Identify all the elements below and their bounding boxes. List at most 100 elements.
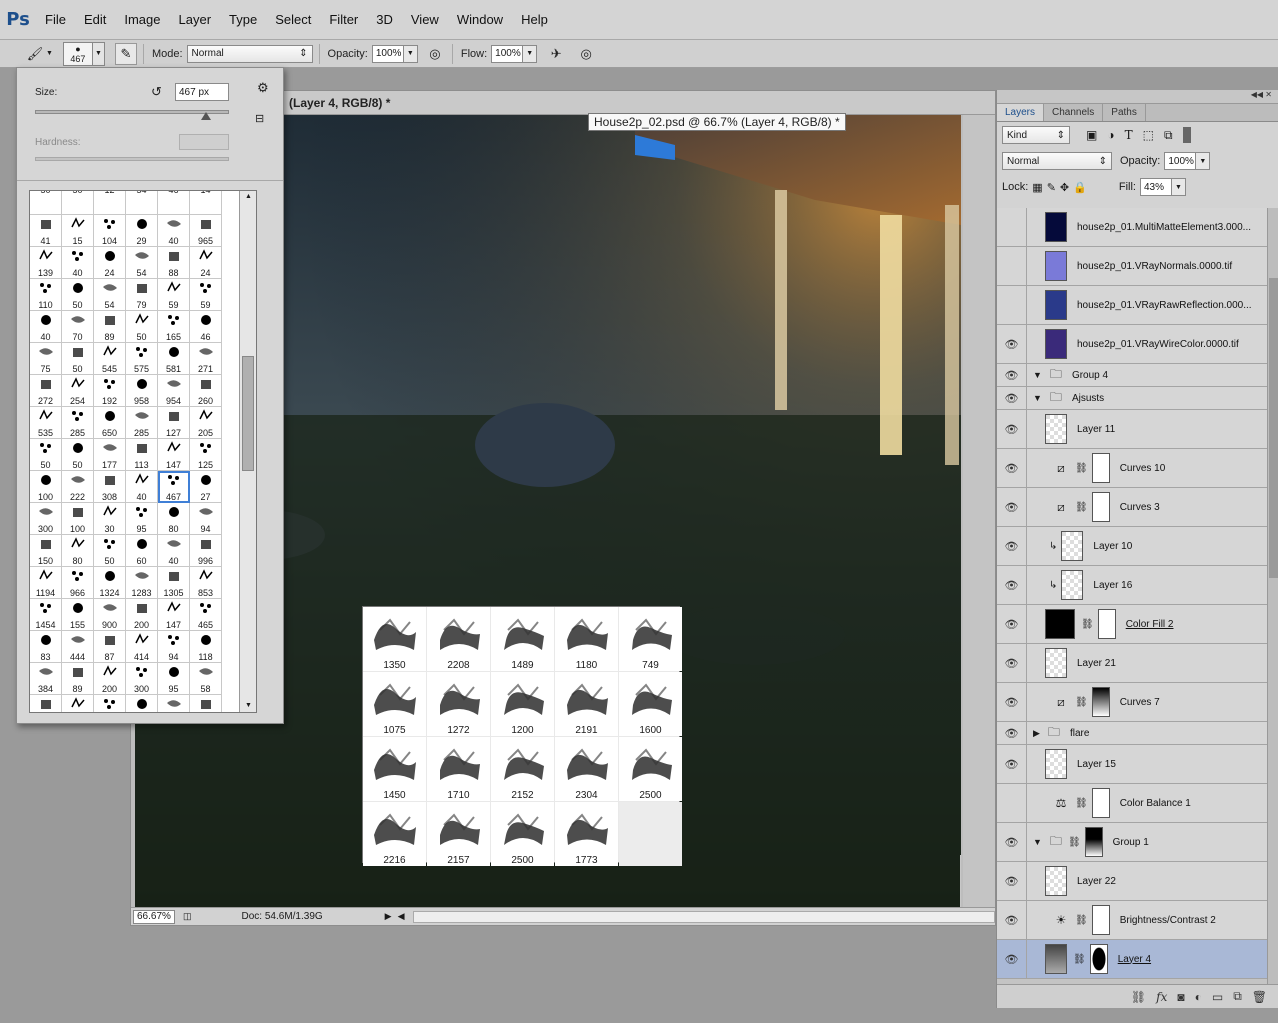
- sheet-brush[interactable]: 2304: [555, 737, 618, 801]
- chain-icon[interactable]: ⛓: [1068, 837, 1081, 848]
- expanded-arrow-icon[interactable]: ▼: [1033, 370, 1042, 380]
- chain-icon[interactable]: ⛓: [1075, 798, 1088, 809]
- eye-icon[interactable]: 👁: [997, 387, 1027, 409]
- picker-gear-icon[interactable]: ⚙: [257, 80, 269, 96]
- eye-icon[interactable]: 👁: [997, 644, 1027, 682]
- eye-icon[interactable]: 👁: [997, 410, 1027, 448]
- chain-icon[interactable]: ⛓: [1075, 502, 1088, 513]
- brush-tool-icon[interactable]: 🖌: [24, 43, 46, 65]
- brush-preset[interactable]: 387: [30, 695, 62, 712]
- layer-mask[interactable]: [1091, 905, 1110, 935]
- brush-preset[interactable]: 50: [126, 311, 158, 343]
- eye-icon[interactable]: 👁: [997, 449, 1027, 487]
- opacity-dropdown[interactable]: ▼: [403, 44, 418, 63]
- brush-preset[interactable]: 966: [62, 567, 94, 599]
- brush-preset[interactable]: 104: [94, 215, 126, 247]
- menu-view[interactable]: View: [402, 0, 448, 40]
- trash-icon[interactable]: 🗑: [1252, 990, 1267, 1004]
- menu-type[interactable]: Type: [220, 0, 266, 40]
- filter-adjustment-icon[interactable]: ◑: [1107, 128, 1114, 142]
- tab-paths[interactable]: Paths: [1103, 104, 1146, 121]
- brush-preset[interactable]: 80: [158, 503, 190, 535]
- chain-icon[interactable]: ⛓: [1073, 954, 1086, 965]
- brush-preset[interactable]: 958: [126, 375, 158, 407]
- layer-row[interactable]: 👁 ⛓ Layer 4: [997, 940, 1267, 979]
- filter-type-icon[interactable]: T: [1125, 128, 1133, 142]
- lock-transparent-icon[interactable]: ▦: [1032, 181, 1042, 194]
- eye-icon[interactable]: 👁: [997, 208, 1027, 246]
- flow-input[interactable]: 100%: [491, 44, 524, 63]
- brush-preset[interactable]: 535: [30, 407, 62, 439]
- brush-preset[interactable]: 70: [62, 311, 94, 343]
- eye-icon[interactable]: 👁: [997, 940, 1027, 978]
- brush-preset[interactable]: 125: [190, 439, 222, 471]
- sheet-brush[interactable]: 1075: [363, 672, 426, 736]
- layer-row[interactable]: 👁 ⧄ ⛓ Curves 3: [997, 488, 1267, 527]
- chain-icon[interactable]: ⛓: [1075, 463, 1088, 474]
- brush-preset[interactable]: 50: [62, 191, 94, 215]
- layer-row[interactable]: 👁 house2p_01.VRayRawReflection.000...: [997, 286, 1267, 325]
- brush-picker-toggle[interactable]: ▼: [92, 41, 105, 66]
- brush-preset[interactable]: 50: [30, 191, 62, 215]
- brush-preset[interactable]: 54: [126, 247, 158, 279]
- brush-preset[interactable]: 996: [190, 535, 222, 567]
- brush-preset[interactable]: 94: [158, 631, 190, 663]
- layer-row[interactable]: 👁 ▶ 🗀 flare: [997, 722, 1267, 745]
- new-group-icon[interactable]: ▭: [1212, 990, 1223, 1004]
- scroll-left-icon[interactable]: ◀: [398, 911, 405, 922]
- tool-preset-chevron-icon[interactable]: ▼: [46, 50, 53, 57]
- tab-channels[interactable]: Channels: [1044, 104, 1104, 121]
- brush-preset[interactable]: 58: [190, 663, 222, 695]
- sheet-brush[interactable]: 2191: [555, 672, 618, 736]
- brush-preset[interactable]: 1454: [30, 599, 62, 631]
- brush-preset[interactable]: 50: [62, 439, 94, 471]
- layer-row[interactable]: 👁 ⛓ Color Fill 2: [997, 605, 1267, 644]
- eye-icon[interactable]: 👁: [997, 325, 1027, 363]
- brush-preset-preview[interactable]: ● 467: [62, 41, 93, 66]
- layer-row[interactable]: 👁 house2p_01.VRayNormals.0000.tif: [997, 247, 1267, 286]
- brush-preset[interactable]: 444: [62, 631, 94, 663]
- brush-preset[interactable]: 900: [94, 599, 126, 631]
- brush-preset[interactable]: 59: [158, 279, 190, 311]
- brush-panel-toggle-icon[interactable]: ✎: [114, 42, 137, 65]
- brush-preset[interactable]: 165: [158, 311, 190, 343]
- brush-preset[interactable]: 155: [62, 599, 94, 631]
- blend-mode-select[interactable]: Normal ⇕: [1002, 152, 1112, 170]
- layer-row[interactable]: 👁 ▼ 🗀 Group 4: [997, 364, 1267, 387]
- new-adjustment-icon[interactable]: ◐: [1195, 990, 1202, 1004]
- pressure-size-icon[interactable]: ◎: [575, 43, 597, 65]
- brush-preset[interactable]: 150: [30, 535, 62, 567]
- brush-preset[interactable]: 384: [30, 663, 62, 695]
- brush-preset[interactable]: 177: [94, 439, 126, 471]
- brush-preset[interactable]: 15: [62, 215, 94, 247]
- brush-preset-selected[interactable]: 467: [158, 471, 190, 503]
- sheet-brush[interactable]: 1600: [619, 672, 682, 736]
- layer-row[interactable]: 👁 house2p_01.VRayWireColor.0000.tif: [997, 325, 1267, 364]
- eye-icon[interactable]: 👁: [997, 247, 1027, 285]
- eye-icon[interactable]: 👁: [997, 286, 1027, 324]
- expanded-arrow-icon[interactable]: ▼: [1033, 837, 1042, 847]
- brush-preset[interactable]: 100: [126, 695, 158, 712]
- layer-row[interactable]: 👁 Layer 22: [997, 862, 1267, 901]
- collapse-icon[interactable]: ◀◀ ✕: [1251, 90, 1272, 99]
- sheet-brush[interactable]: 2500: [619, 737, 682, 801]
- brush-preset[interactable]: 79: [126, 279, 158, 311]
- layer-row[interactable]: 👁 ↳ Layer 16: [997, 566, 1267, 605]
- layer-opacity-input[interactable]: 100%: [1164, 152, 1197, 170]
- eye-icon[interactable]: 👁: [997, 527, 1027, 565]
- brush-preset[interactable]: 853: [190, 567, 222, 599]
- brush-preset[interactable]: 285: [62, 407, 94, 439]
- brush-preset[interactable]: 100: [62, 503, 94, 535]
- brush-preset[interactable]: 300: [30, 503, 62, 535]
- layer-list-scroll-thumb[interactable]: [1269, 278, 1278, 578]
- brush-preset[interactable]: 87: [94, 631, 126, 663]
- layer-mask[interactable]: [1091, 788, 1110, 818]
- chain-icon[interactable]: ⛓: [1081, 619, 1094, 630]
- brush-preset[interactable]: 100: [30, 471, 62, 503]
- brush-preset[interactable]: 80: [62, 535, 94, 567]
- brush-preset[interactable]: 14: [190, 191, 222, 215]
- brush-preset[interactable]: 285: [126, 407, 158, 439]
- layer-mask[interactable]: [1091, 492, 1110, 522]
- fill-input[interactable]: 43%: [1139, 178, 1172, 196]
- layer-mask[interactable]: [1091, 453, 1110, 483]
